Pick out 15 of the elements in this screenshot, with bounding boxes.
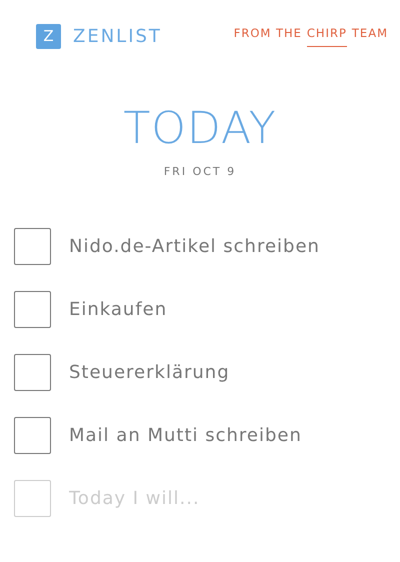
task-label: Nido.de-Artikel schreiben [69, 236, 320, 257]
logo-icon: Z [36, 24, 61, 48]
task-checkbox[interactable] [14, 354, 51, 391]
credit-text: FROM THE [234, 26, 302, 42]
task-checkbox[interactable] [14, 417, 51, 454]
task-label: Einkaufen [69, 299, 168, 320]
task-checkbox[interactable] [14, 228, 51, 265]
app-name: ZENLIST [73, 26, 162, 46]
task-label: Mail an Mutti schreiben [69, 425, 302, 446]
task-checkbox[interactable] [14, 291, 51, 328]
chirp-link[interactable]: CHIRP [306, 26, 347, 46]
credit-text: TEAM [352, 26, 388, 42]
date-label: FRI OCT 9 [164, 165, 236, 178]
page-title: TODAY [123, 103, 277, 155]
task-label: Steuererklärung [69, 362, 230, 383]
